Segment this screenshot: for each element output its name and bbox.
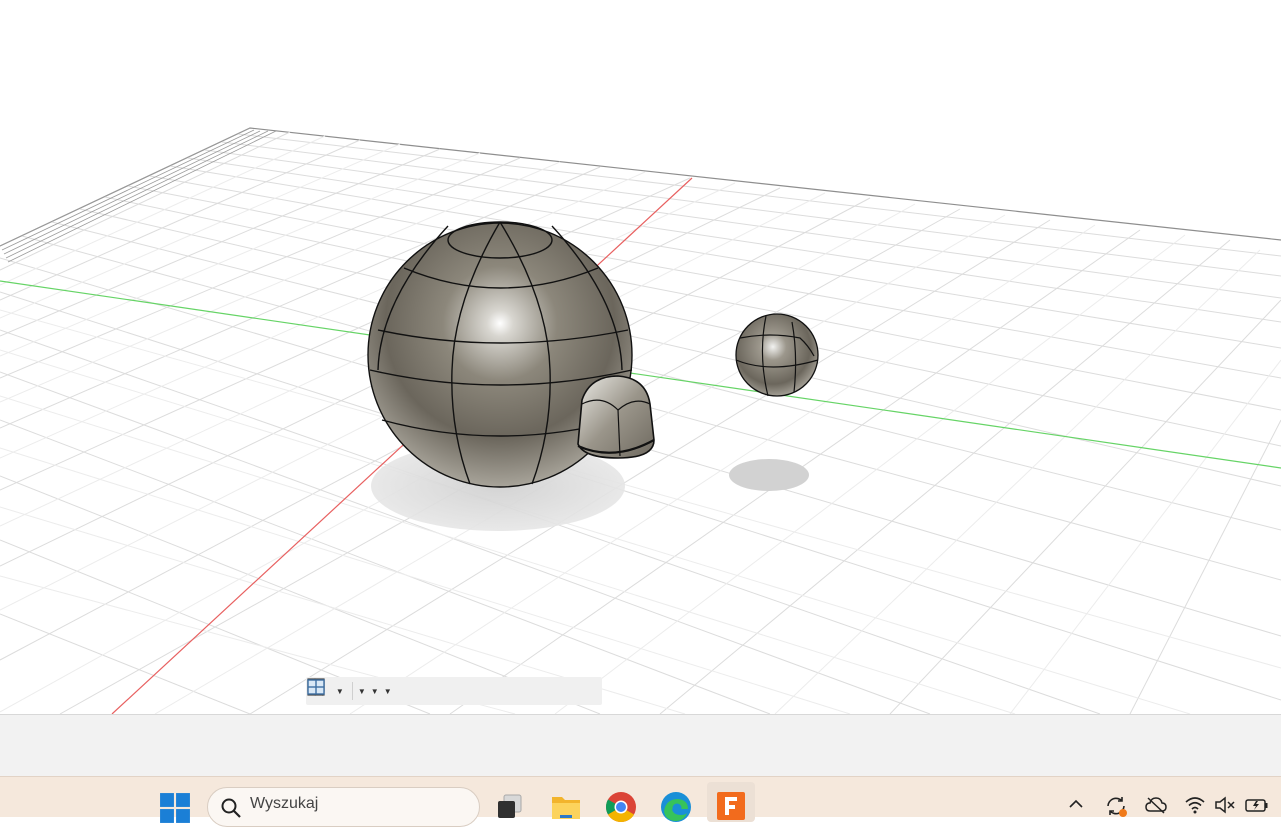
chevron-down-icon: ▼ bbox=[335, 686, 344, 696]
viewports-button[interactable]: ▼ bbox=[307, 679, 392, 703]
windows-logo-icon[interactable] bbox=[159, 792, 191, 824]
speaker-muted-icon[interactable] bbox=[1214, 796, 1236, 814]
sync-icon[interactable] bbox=[1104, 794, 1128, 818]
small-sphere-body[interactable] bbox=[735, 313, 819, 397]
small-sphere-shadow bbox=[729, 459, 809, 491]
search-icon bbox=[221, 798, 241, 818]
folder-icon[interactable] bbox=[550, 791, 582, 823]
battery-icon[interactable] bbox=[1245, 796, 1269, 814]
wifi-icon[interactable] bbox=[1185, 796, 1205, 814]
chrome-icon[interactable] bbox=[605, 791, 637, 823]
display-settings-button[interactable]: ▼ bbox=[307, 679, 366, 703]
grid-and-snaps-button[interactable]: ▼ bbox=[307, 678, 379, 703]
chevron-up-icon[interactable] bbox=[1068, 796, 1084, 812]
navigation-toolbar: ▼ ▼ ▼ ▼ bbox=[306, 677, 602, 705]
chevron-down-icon: ▼ bbox=[370, 686, 379, 696]
fit-button[interactable]: ▼ bbox=[307, 679, 344, 703]
chevron-down-icon: ▼ bbox=[383, 686, 392, 696]
search-input[interactable] bbox=[250, 795, 450, 813]
toolbar-separator bbox=[351, 682, 353, 700]
scene-canvas[interactable] bbox=[0, 0, 1281, 714]
edge-icon[interactable] bbox=[660, 791, 692, 823]
fusion-360-taskbar-button[interactable] bbox=[707, 782, 755, 822]
viewports-icon bbox=[307, 679, 325, 695]
taskbar-search[interactable] bbox=[207, 787, 480, 827]
taskbar bbox=[0, 776, 1281, 827]
task-view-icon[interactable] bbox=[495, 791, 527, 823]
cloud-icon[interactable] bbox=[1145, 796, 1167, 814]
chevron-down-icon: ▼ bbox=[357, 686, 366, 696]
status-bar bbox=[0, 714, 1281, 776]
rounded-cube-body[interactable] bbox=[577, 375, 655, 459]
3d-viewport[interactable]: ▼ ▼ ▼ ▼ bbox=[0, 0, 1281, 714]
